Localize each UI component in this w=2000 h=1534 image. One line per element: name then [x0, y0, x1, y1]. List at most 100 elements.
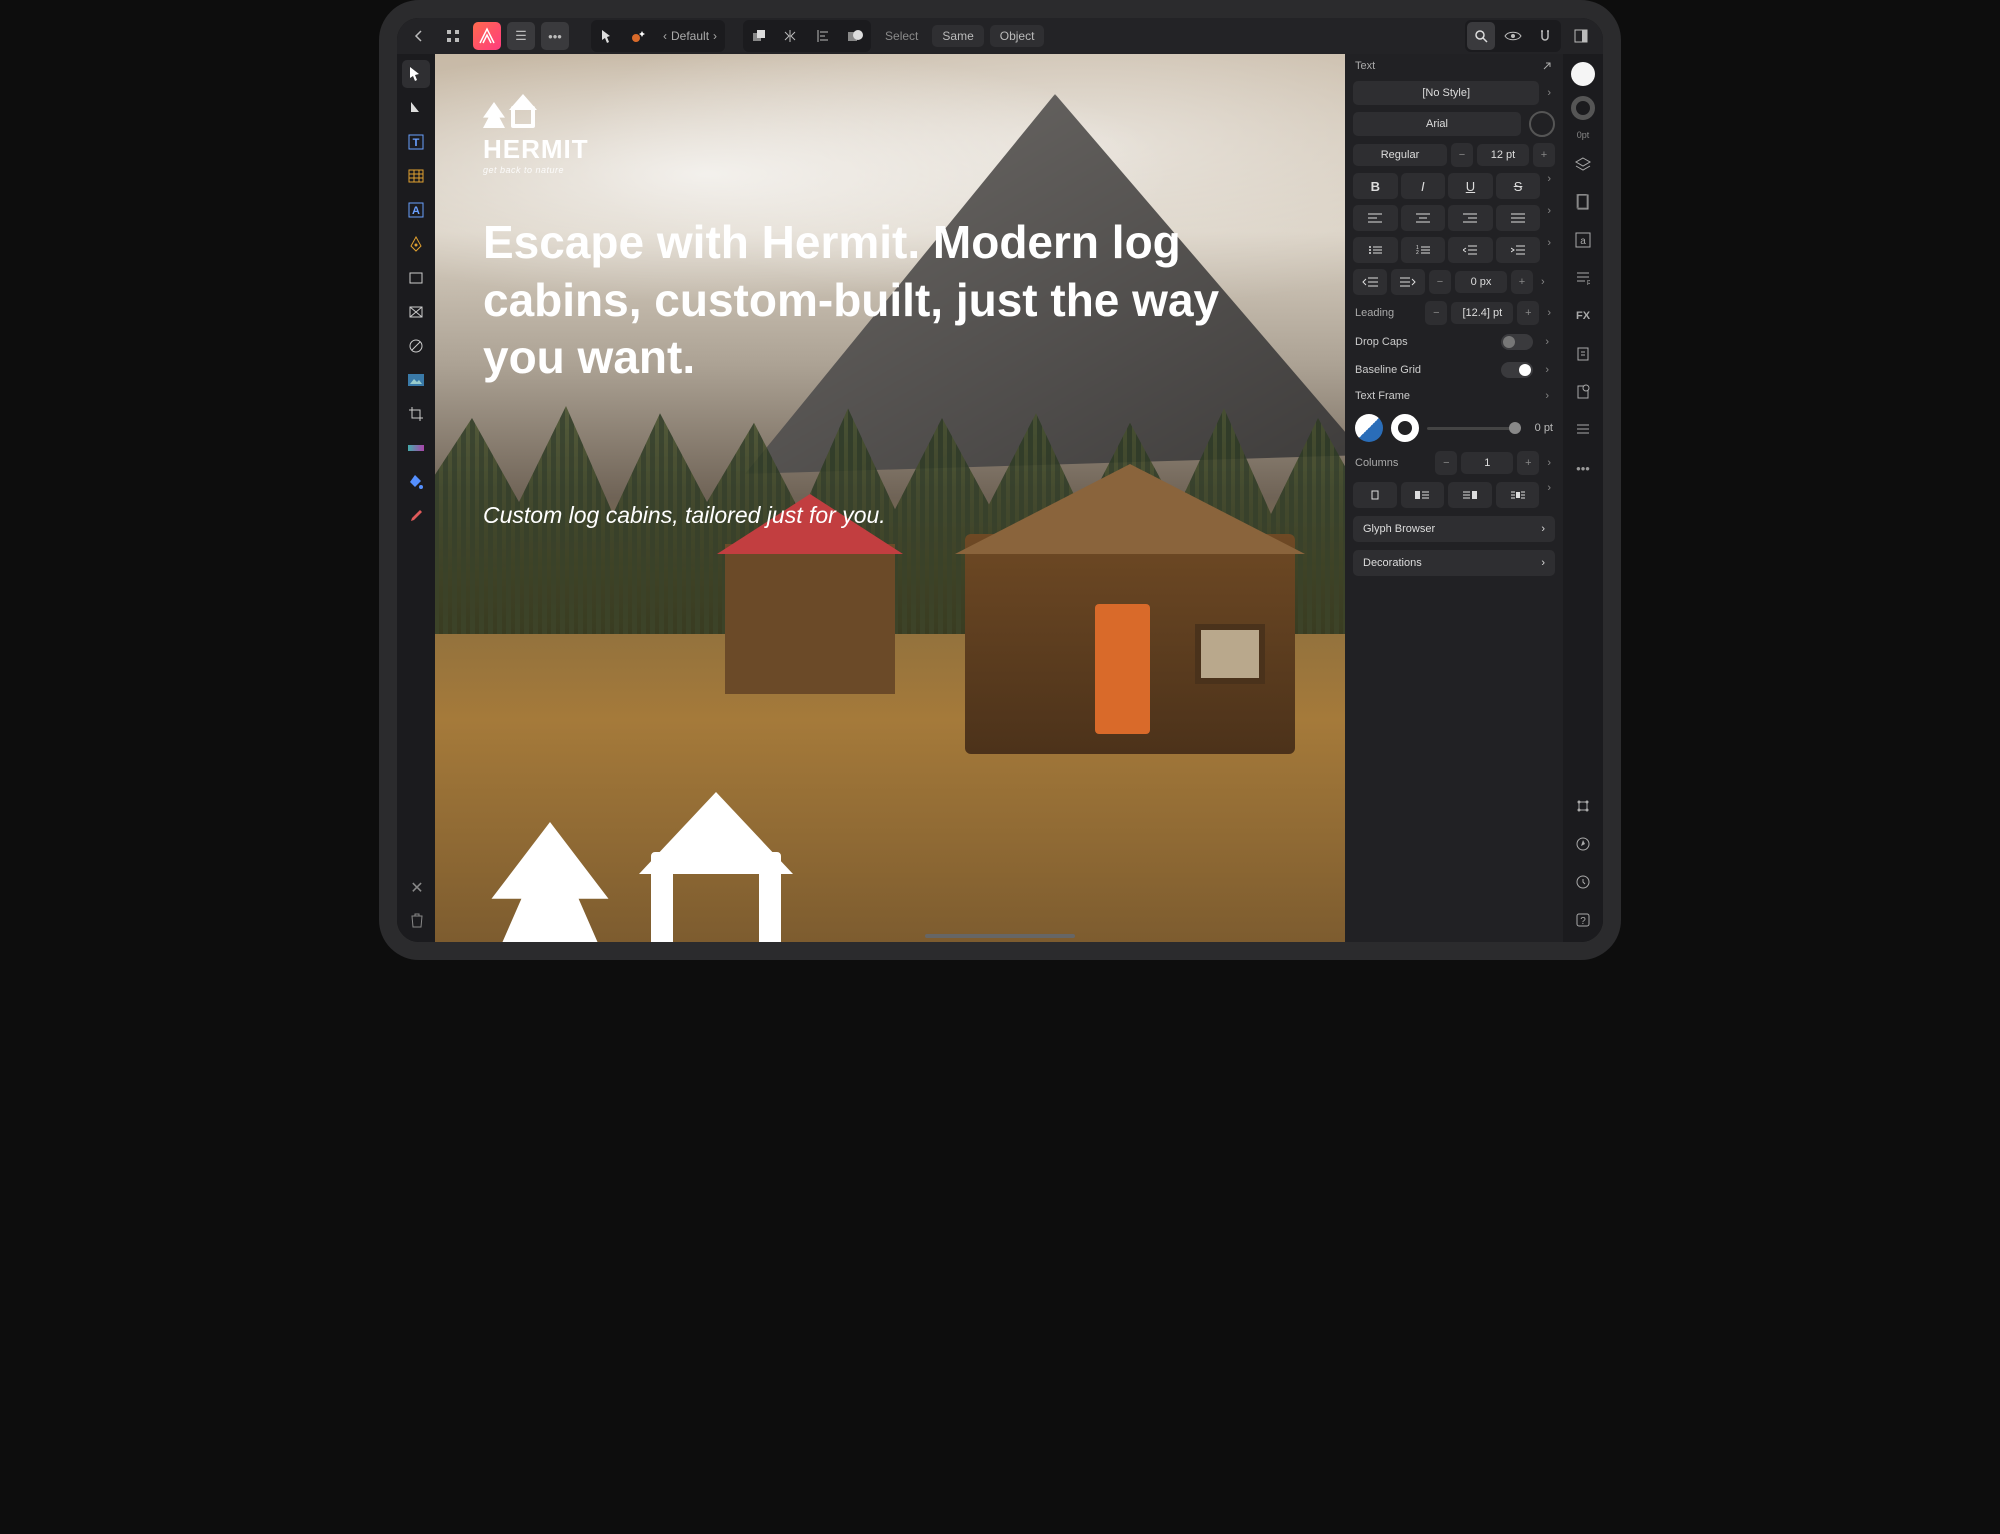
gradient-tool[interactable]	[402, 434, 430, 462]
rectangle-tool[interactable]	[402, 264, 430, 292]
leading-increase[interactable]: +	[1517, 301, 1539, 325]
align-justify-button[interactable]	[1496, 205, 1541, 231]
align-center-button[interactable]	[1401, 205, 1446, 231]
size-decrease[interactable]: −	[1451, 143, 1473, 167]
wrap-right-button[interactable]	[1448, 482, 1492, 508]
shape-none-icon[interactable]	[402, 332, 430, 360]
italic-button[interactable]: I	[1401, 173, 1446, 199]
indent-decrease[interactable]: −	[1429, 270, 1451, 294]
styles-studio-icon[interactable]	[1569, 340, 1597, 368]
more-studios-icon[interactable]: •••	[1569, 454, 1597, 482]
pen-tool[interactable]	[402, 230, 430, 258]
expand-panel-icon[interactable]	[1567, 22, 1595, 50]
indent-increase[interactable]: +	[1511, 270, 1533, 294]
chevron-right-icon[interactable]: ›	[1541, 390, 1553, 402]
bullet-list-button[interactable]	[1353, 237, 1398, 263]
snap-icon[interactable]	[1531, 22, 1559, 50]
bold-button[interactable]: B	[1353, 173, 1398, 199]
back-button[interactable]	[405, 22, 433, 50]
crop-tool[interactable]	[402, 400, 430, 428]
select-same-button[interactable]: Same	[932, 25, 983, 47]
menu-icon[interactable]: ☰	[507, 22, 535, 50]
preset-popup[interactable]: ‹Default›	[657, 22, 723, 50]
text-wrap-studio-icon[interactable]	[1569, 416, 1597, 444]
wrap-none-button[interactable]	[1353, 482, 1397, 508]
help-icon[interactable]: ?	[1569, 906, 1597, 934]
columns-decrease[interactable]: −	[1435, 451, 1457, 475]
select-object-button[interactable]: Object	[990, 25, 1045, 47]
chevron-right-icon[interactable]: ›	[1543, 173, 1555, 199]
leading-decrease[interactable]: −	[1425, 301, 1447, 325]
chevron-right-icon[interactable]: ›	[1541, 364, 1553, 376]
indent-button[interactable]	[1496, 237, 1541, 263]
fill-swatch[interactable]	[1355, 414, 1383, 442]
chevron-right-icon[interactable]: ›	[1537, 276, 1549, 288]
arrange-front-icon[interactable]	[745, 22, 773, 50]
baseline-grid-toggle[interactable]	[1501, 362, 1533, 378]
artistic-text-tool[interactable]: A	[402, 196, 430, 224]
font-family-popup[interactable]: Arial	[1353, 112, 1521, 136]
grid-icon[interactable]	[439, 22, 467, 50]
navigator-studio-icon[interactable]	[1569, 830, 1597, 858]
layers-studio-icon[interactable]	[1569, 150, 1597, 178]
wrap-both-button[interactable]	[1496, 482, 1540, 508]
paragraph-style-popup[interactable]: [No Style]	[1353, 81, 1539, 105]
brush-sparkle-icon[interactable]	[625, 22, 653, 50]
color-picker-tool[interactable]	[402, 502, 430, 530]
font-color-swatch[interactable]	[1529, 111, 1555, 137]
columns-increase[interactable]: +	[1517, 451, 1539, 475]
more-icon[interactable]: •••	[541, 22, 569, 50]
flip-horizontal-icon[interactable]	[777, 22, 805, 50]
pages-studio-icon[interactable]	[1569, 188, 1597, 216]
size-increase[interactable]: +	[1533, 143, 1555, 167]
left-indent-icon[interactable]	[1353, 269, 1387, 295]
font-size-field[interactable]: 12 pt	[1477, 144, 1529, 166]
stroke-swatch-empty[interactable]	[1571, 96, 1595, 120]
fx-studio-icon[interactable]: FX	[1569, 302, 1597, 330]
wrap-left-button[interactable]	[1401, 482, 1445, 508]
detach-panel-icon[interactable]	[1541, 60, 1553, 72]
fill-tool[interactable]	[402, 468, 430, 496]
right-indent-icon[interactable]	[1391, 269, 1425, 295]
align-left-icon[interactable]	[809, 22, 837, 50]
boolean-icon[interactable]	[841, 22, 869, 50]
move-tool-icon[interactable]	[593, 22, 621, 50]
picture-frame-tool[interactable]	[402, 298, 430, 326]
headline-text[interactable]: Escape with Hermit. Modern log cabins, c…	[483, 214, 1225, 387]
character-studio-icon[interactable]: a	[1569, 226, 1597, 254]
number-list-button[interactable]: 12	[1401, 237, 1446, 263]
align-right-button[interactable]	[1448, 205, 1493, 231]
preview-icon[interactable]	[1499, 22, 1527, 50]
drop-caps-toggle[interactable]	[1501, 334, 1533, 350]
node-tool[interactable]	[402, 94, 430, 122]
underline-button[interactable]: U	[1448, 173, 1493, 199]
stroke-weight-slider[interactable]	[1427, 427, 1521, 430]
columns-field[interactable]: 1	[1461, 452, 1513, 474]
home-indicator[interactable]	[925, 934, 1075, 938]
text-frame-tool[interactable]: T	[402, 128, 430, 156]
leading-field[interactable]: [12.4] pt	[1451, 302, 1513, 324]
align-left-button[interactable]	[1353, 205, 1398, 231]
chevron-right-icon[interactable]: ›	[1541, 336, 1553, 348]
transform-studio-icon[interactable]	[1569, 792, 1597, 820]
decorations-row[interactable]: Decorations›	[1353, 550, 1555, 576]
place-image-tool[interactable]	[402, 366, 430, 394]
stroke-swatch[interactable]	[1391, 414, 1419, 442]
canvas[interactable]: HERMIT get back to nature Escape with He…	[435, 54, 1345, 942]
chevron-right-icon[interactable]: ›	[1543, 237, 1555, 263]
font-weight-popup[interactable]: Regular	[1353, 144, 1447, 166]
subhead-text[interactable]: Custom log cabins, tailored just for you…	[483, 502, 886, 529]
indent-field[interactable]: 0 px	[1455, 271, 1507, 293]
close-icon[interactable]: ✕	[405, 876, 429, 900]
trash-icon[interactable]	[405, 908, 429, 932]
chevron-right-icon[interactable]: ›	[1543, 307, 1555, 319]
chevron-right-icon[interactable]: ›	[1543, 87, 1555, 99]
glyph-browser-row[interactable]: Glyph Browser›	[1353, 516, 1555, 542]
outdent-button[interactable]	[1448, 237, 1493, 263]
chevron-right-icon[interactable]: ›	[1543, 205, 1555, 231]
color-swatch[interactable]	[1571, 62, 1595, 86]
chevron-right-icon[interactable]: ›	[1543, 482, 1555, 508]
table-tool[interactable]	[402, 162, 430, 190]
history-studio-icon[interactable]	[1569, 868, 1597, 896]
chevron-right-icon[interactable]: ›	[1543, 457, 1555, 469]
